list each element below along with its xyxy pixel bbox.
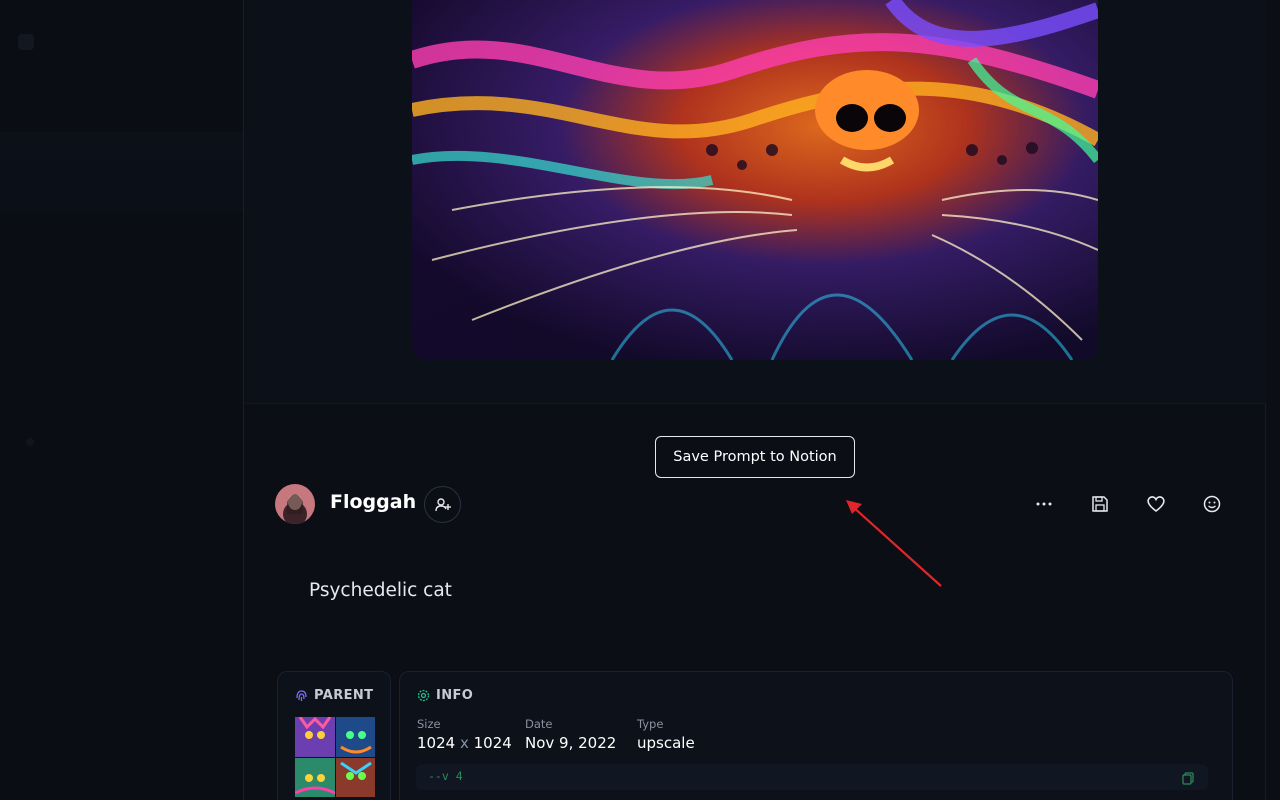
- username[interactable]: Floggah: [330, 491, 416, 513]
- sidebar-item[interactable]: [0, 160, 243, 212]
- prompt-text: Psychedelic cat: [309, 580, 452, 601]
- size-label: Size: [417, 717, 441, 731]
- save-button[interactable]: [1086, 490, 1114, 518]
- emoji-icon: [1203, 495, 1221, 513]
- fingerprint-icon: [296, 690, 307, 701]
- gear-icon: [417, 689, 430, 702]
- parent-header: PARENT: [295, 688, 373, 703]
- size-height: 1024: [473, 734, 512, 752]
- main-panel: Save Prompt to Notion Floggah Psychedeli…: [245, 0, 1266, 800]
- info-card: INFO Size 1024 x 1024 Date Nov 9, 2022 T…: [399, 671, 1233, 800]
- thumbnail-tile: [335, 717, 375, 757]
- parameters-box: --v 4: [416, 764, 1208, 790]
- like-button[interactable]: [1142, 490, 1170, 518]
- avatar[interactable]: [275, 484, 315, 524]
- size-field: Size 1024 x 1024: [417, 717, 512, 752]
- date-label: Date: [525, 717, 553, 731]
- parent-thumbnail[interactable]: [295, 717, 375, 797]
- date-field: Date Nov 9, 2022: [525, 717, 616, 752]
- thumbnail-tile: [335, 757, 375, 797]
- annotation-arrow: [846, 500, 942, 587]
- react-button[interactable]: [1198, 490, 1226, 518]
- thumbnail-tile: [295, 757, 335, 797]
- info-header: INFO: [417, 688, 473, 703]
- follow-user-button[interactable]: [424, 486, 461, 523]
- add-user-icon: [434, 497, 451, 511]
- parameters-text: --v 4: [428, 769, 463, 783]
- sidebar: [0, 0, 244, 800]
- image-viewer: [245, 0, 1266, 404]
- size-separator: x: [459, 734, 469, 752]
- date-value: Nov 9, 2022: [525, 734, 617, 752]
- save-prompt-to-notion-button[interactable]: Save Prompt to Notion: [655, 436, 855, 478]
- more-icon: [1036, 502, 1052, 506]
- more-options-button[interactable]: [1030, 490, 1058, 518]
- size-value: 1024 x 1024: [417, 734, 512, 752]
- generated-image[interactable]: [412, 0, 1098, 360]
- thumbnail-tile: [295, 717, 335, 757]
- sidebar-dot-icon: [26, 438, 34, 446]
- type-field: Type upscale: [637, 717, 695, 752]
- copy-icon: [1182, 772, 1194, 785]
- save-icon: [1092, 496, 1108, 512]
- sidebar-logo-icon[interactable]: [18, 34, 34, 50]
- info-title: INFO: [436, 688, 474, 703]
- heart-icon: [1147, 496, 1165, 513]
- type-label: Type: [637, 717, 664, 731]
- parent-title: PARENT: [314, 688, 374, 703]
- copy-button[interactable]: [1182, 770, 1194, 789]
- size-width: 1024: [417, 734, 456, 752]
- parent-card: PARENT: [277, 671, 391, 800]
- type-value: upscale: [637, 734, 695, 752]
